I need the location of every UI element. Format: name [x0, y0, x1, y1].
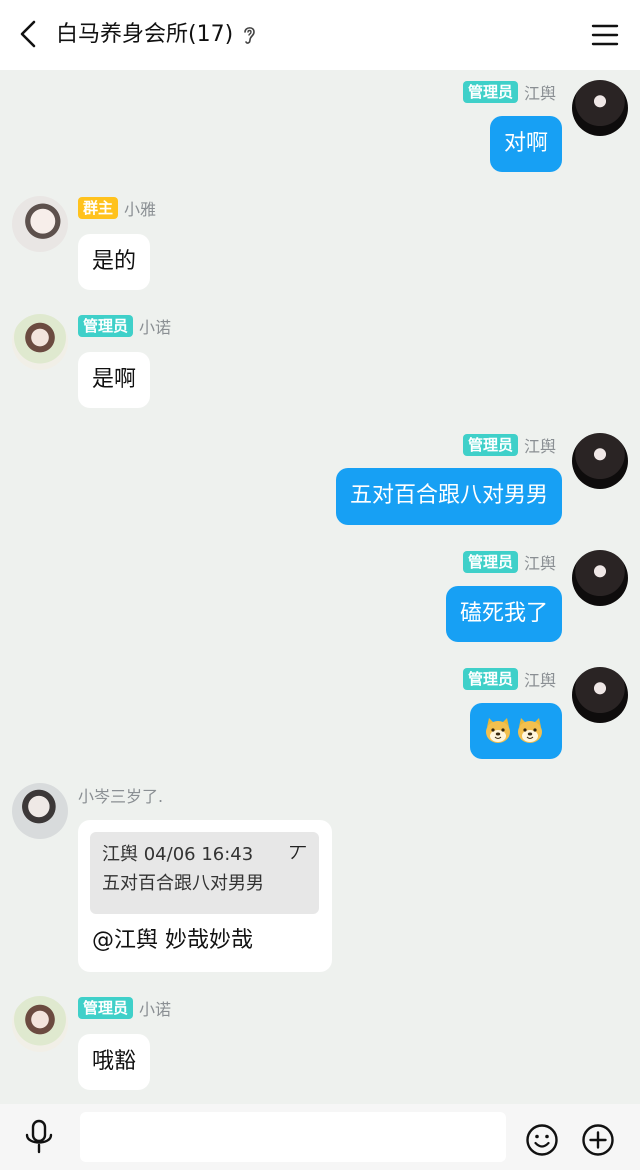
- avatar[interactable]: [12, 996, 68, 1052]
- message-incoming: 小岑三岁了. 江舆 04/06 16:43 五对百合跟八对男男 丆 @江舆 妙哉…: [0, 783, 640, 975]
- sender-name: 江舆: [523, 671, 556, 690]
- reply-message-bubble[interactable]: 江舆 04/06 16:43 五对百合跟八对男男 丆 @江舆 妙哉妙哉: [78, 820, 332, 972]
- message-incoming: 群主 小雅 是的: [0, 196, 640, 296]
- sender-name: 江舆: [523, 84, 556, 103]
- message-outgoing: 管理员 江舆 对啊: [0, 78, 640, 178]
- emoji-message-bubble[interactable]: [470, 703, 562, 759]
- chevron-left-icon[interactable]: [8, 14, 48, 54]
- owner-badge: 群主: [78, 197, 119, 219]
- admin-badge: 管理员: [462, 668, 518, 690]
- avatar[interactable]: [572, 667, 628, 723]
- quote-author-time: 江舆 04/06 16:43: [102, 844, 254, 865]
- quote-marker: 丆: [289, 844, 307, 865]
- doge-icon: [486, 718, 510, 743]
- sender-meta: 管理员 江舆: [462, 80, 556, 104]
- avatar[interactable]: [12, 196, 68, 252]
- message-bubble[interactable]: 对啊: [489, 116, 562, 172]
- message-bubble[interactable]: 磕死我了: [445, 586, 562, 642]
- message-bubble[interactable]: 五对百合跟八对男男: [335, 468, 562, 525]
- admin-badge: 管理员: [78, 997, 134, 1019]
- sender-name: 小诺: [139, 318, 172, 337]
- admin-badge: 管理员: [462, 551, 518, 573]
- message-bubble[interactable]: 是啊: [78, 352, 151, 408]
- avatar[interactable]: [572, 550, 628, 606]
- chat-title: 白马养身会所(17): [56, 18, 257, 52]
- doge-icon: [518, 718, 542, 743]
- quote-text: 五对百合跟八对男男: [102, 873, 264, 894]
- message-outgoing: 管理员 江舆 磕死我了: [0, 548, 640, 648]
- smiley-icon[interactable]: [525, 1123, 559, 1157]
- avatar[interactable]: [12, 314, 68, 370]
- message-incoming: 管理员 小诺 是啊: [0, 314, 640, 414]
- reply-text: @江舆 妙哉妙哉: [92, 928, 253, 953]
- sender-name: 江舆: [523, 554, 556, 573]
- admin-badge: 管理员: [462, 81, 518, 103]
- sender-name: 小雅: [124, 200, 157, 219]
- message-outgoing: 管理员 江舆 五对百合跟八对男男: [0, 431, 640, 531]
- microphone-icon[interactable]: [22, 1118, 56, 1156]
- sender-meta: 管理员 小诺: [78, 996, 171, 1020]
- sender-name: 小岑三岁了.: [78, 787, 164, 806]
- ear-icon: [244, 27, 255, 44]
- message-incoming: 管理员 小诺 哦豁: [0, 996, 640, 1096]
- hamburger-menu-icon[interactable]: [590, 20, 620, 50]
- admin-badge: 管理员: [462, 434, 518, 456]
- avatar[interactable]: [572, 80, 628, 136]
- avatar[interactable]: [12, 783, 68, 839]
- sender-meta: 管理员 小诺: [78, 314, 171, 338]
- chat-header: 白马养身会所(17): [0, 0, 640, 70]
- sender-meta: 管理员 江舆: [462, 667, 556, 691]
- sender-meta: 管理员 江舆: [462, 433, 556, 457]
- message-input[interactable]: [80, 1112, 506, 1162]
- sender-name: 江舆: [523, 437, 556, 456]
- message-bubble[interactable]: 是的: [78, 234, 151, 290]
- input-bar: [0, 1104, 640, 1170]
- sender-name: 小诺: [139, 1000, 172, 1019]
- message-bubble[interactable]: 哦豁: [78, 1034, 151, 1090]
- admin-badge: 管理员: [78, 315, 134, 337]
- plus-icon[interactable]: [581, 1123, 615, 1157]
- sender-meta: 管理员 江舆: [462, 550, 556, 574]
- sender-meta: 小岑三岁了.: [78, 783, 163, 807]
- message-outgoing: 管理员 江舆: [0, 665, 640, 765]
- quoted-message[interactable]: 江舆 04/06 16:43 五对百合跟八对男男 丆: [90, 832, 319, 914]
- sender-meta: 群主 小雅: [78, 196, 156, 220]
- group-name: 白马养身会所(17): [56, 22, 234, 47]
- avatar[interactable]: [572, 433, 628, 489]
